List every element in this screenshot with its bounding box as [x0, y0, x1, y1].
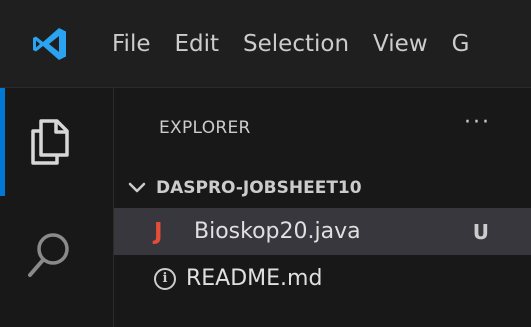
activity-explorer[interactable] [0, 88, 100, 196]
title-bar: File Edit Selection View G [0, 0, 531, 88]
sidebar-title: EXPLORER [159, 118, 251, 138]
menu-view[interactable]: View [361, 0, 440, 88]
menu-selection[interactable]: Selection [231, 0, 361, 88]
menu-go[interactable]: G [440, 0, 482, 88]
explorer-files-icon [31, 119, 69, 165]
file-item-bioskop20[interactable]: J Bioskop20.java U [114, 208, 531, 255]
chevron-down-icon [128, 182, 146, 193]
vscode-logo-icon [0, 0, 100, 88]
menu-edit[interactable]: Edit [163, 0, 232, 88]
info-icon: i [154, 267, 176, 290]
activity-bar [0, 88, 100, 327]
java-file-icon: J [154, 218, 163, 245]
activity-search[interactable] [0, 196, 100, 316]
file-name: README.md [186, 266, 323, 291]
search-icon [28, 233, 69, 277]
menu-bar: File Edit Selection View G [100, 0, 481, 88]
sidebar-header: EXPLORER ··· [114, 88, 531, 168]
git-status-badge: U [472, 219, 489, 244]
file-item-readme[interactable]: i README.md [114, 255, 531, 302]
explorer-sidebar: EXPLORER ··· DASPRO-JOBSHEET10 J Bioskop… [113, 88, 531, 327]
more-actions-icon[interactable]: ··· [464, 110, 491, 135]
workspace-folder-header[interactable]: DASPRO-JOBSHEET10 [114, 168, 531, 208]
file-name: Bioskop20.java [194, 219, 361, 244]
vscode-window: File Edit Selection View G EXPLORER ··· [0, 0, 531, 327]
workspace-folder-name: DASPRO-JOBSHEET10 [156, 178, 362, 198]
menu-file[interactable]: File [100, 0, 163, 88]
